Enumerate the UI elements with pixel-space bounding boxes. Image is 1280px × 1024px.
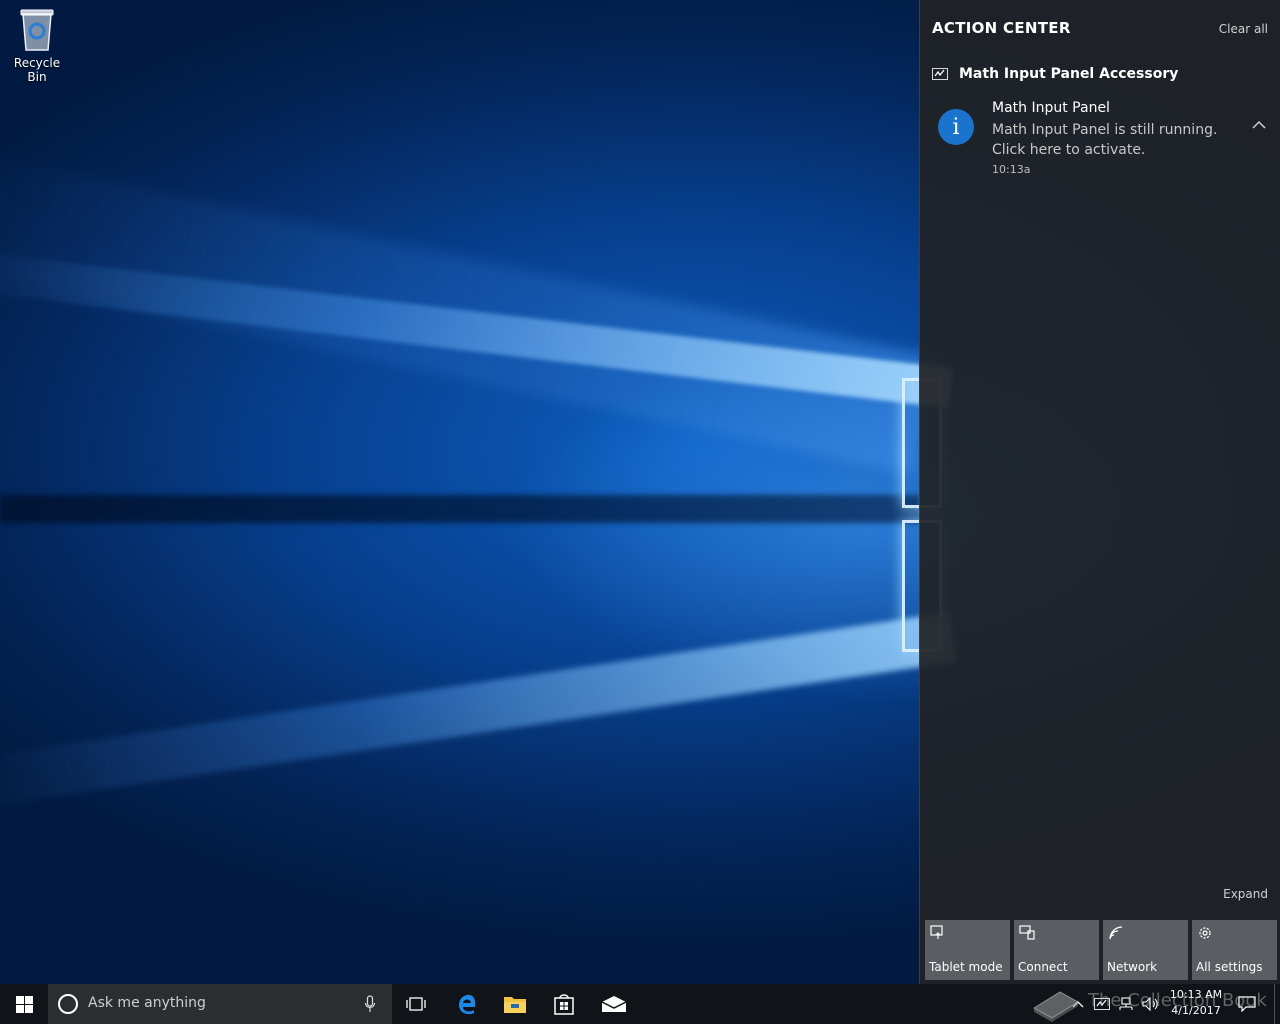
search-placeholder: Ask me anything [88,995,206,1011]
network-tray-icon[interactable] [1118,997,1134,1011]
start-button[interactable] [0,984,48,1024]
desktop-icon-label: Recycle Bin [13,56,61,84]
action-center-panel: ACTION CENTER Clear all Math Input Panel… [919,0,1280,984]
action-center-title: ACTION CENTER [932,19,1071,37]
desktop-icon-recycle-bin[interactable]: Recycle Bin [4,6,70,84]
clock-date: 4/1/2017 [1171,1004,1221,1017]
quick-action-tablet-mode[interactable]: Tablet mode [925,920,1010,980]
chevron-up-icon[interactable] [1070,998,1086,1010]
store-icon [554,994,574,1015]
edge-icon [459,994,476,1015]
taskbar-clock[interactable]: 10:13 AM 4/1/2017 [1166,987,1226,1019]
edge-taskbar-button[interactable] [443,984,491,1024]
cortana-icon [58,994,78,1014]
notification-title: Math Input Panel [992,100,1110,116]
quick-action-label: Tablet mode [929,960,1003,974]
clear-all-button[interactable]: Clear all [1219,22,1268,36]
info-icon: i [938,109,974,145]
notification-group-app-name: Math Input Panel Accessory [959,66,1179,82]
gear-icon [1199,927,1211,939]
expand-quick-actions-button[interactable]: Expand [1223,887,1268,901]
windows-logo-icon [15,995,33,1013]
notification-time: 10:13a [992,163,1031,176]
quick-actions: Tablet mode Connect Network All settings [925,920,1277,980]
quick-action-label: All settings [1196,960,1263,974]
show-desktop-button[interactable] [1274,984,1280,1024]
quick-action-label: Connect [1018,960,1068,974]
cortana-search-box[interactable]: Ask me anything [48,984,392,1024]
notification-icon [1238,996,1256,1012]
quick-action-label: Network [1107,960,1158,974]
file-explorer-taskbar-button[interactable] [491,984,539,1024]
task-view-icon [406,997,426,1011]
wallpaper-window-divider [0,495,920,523]
connect-icon [1019,925,1035,940]
quick-action-all-settings[interactable]: All settings [1192,920,1277,980]
math-input-panel-tray-icon[interactable] [1094,998,1110,1010]
notification-body: Math Input Panel is still running. Click… [992,122,1218,158]
taskbar: Ask me anything 10:13 AM 4/1/2017 [0,984,1280,1024]
chevron-up-icon[interactable] [1250,118,1268,132]
wallpaper-light-beam [0,612,957,810]
notification-group-header[interactable]: Math Input Panel Accessory [932,63,1178,85]
folder-icon [504,997,526,1013]
tablet-mode-icon [930,925,943,939]
store-taskbar-button[interactable] [540,984,588,1024]
quick-action-network[interactable]: Network [1103,920,1188,980]
clock-time: 10:13 AM [1169,988,1223,1001]
mail-taskbar-button[interactable] [590,984,638,1024]
volume-icon[interactable] [1142,997,1160,1011]
quick-action-connect[interactable]: Connect [1014,920,1099,980]
action-center-button[interactable] [1230,984,1264,1024]
network-icon [1109,926,1123,940]
task-view-button[interactable] [392,984,440,1024]
mail-icon [601,996,627,1012]
system-tray [1070,984,1160,1024]
recycle-bin-icon [20,9,54,51]
notification-card[interactable]: i Math Input Panel Math Input Panel is s… [920,96,1280,182]
math-input-panel-icon [932,68,948,80]
microphone-icon[interactable] [364,995,376,1013]
